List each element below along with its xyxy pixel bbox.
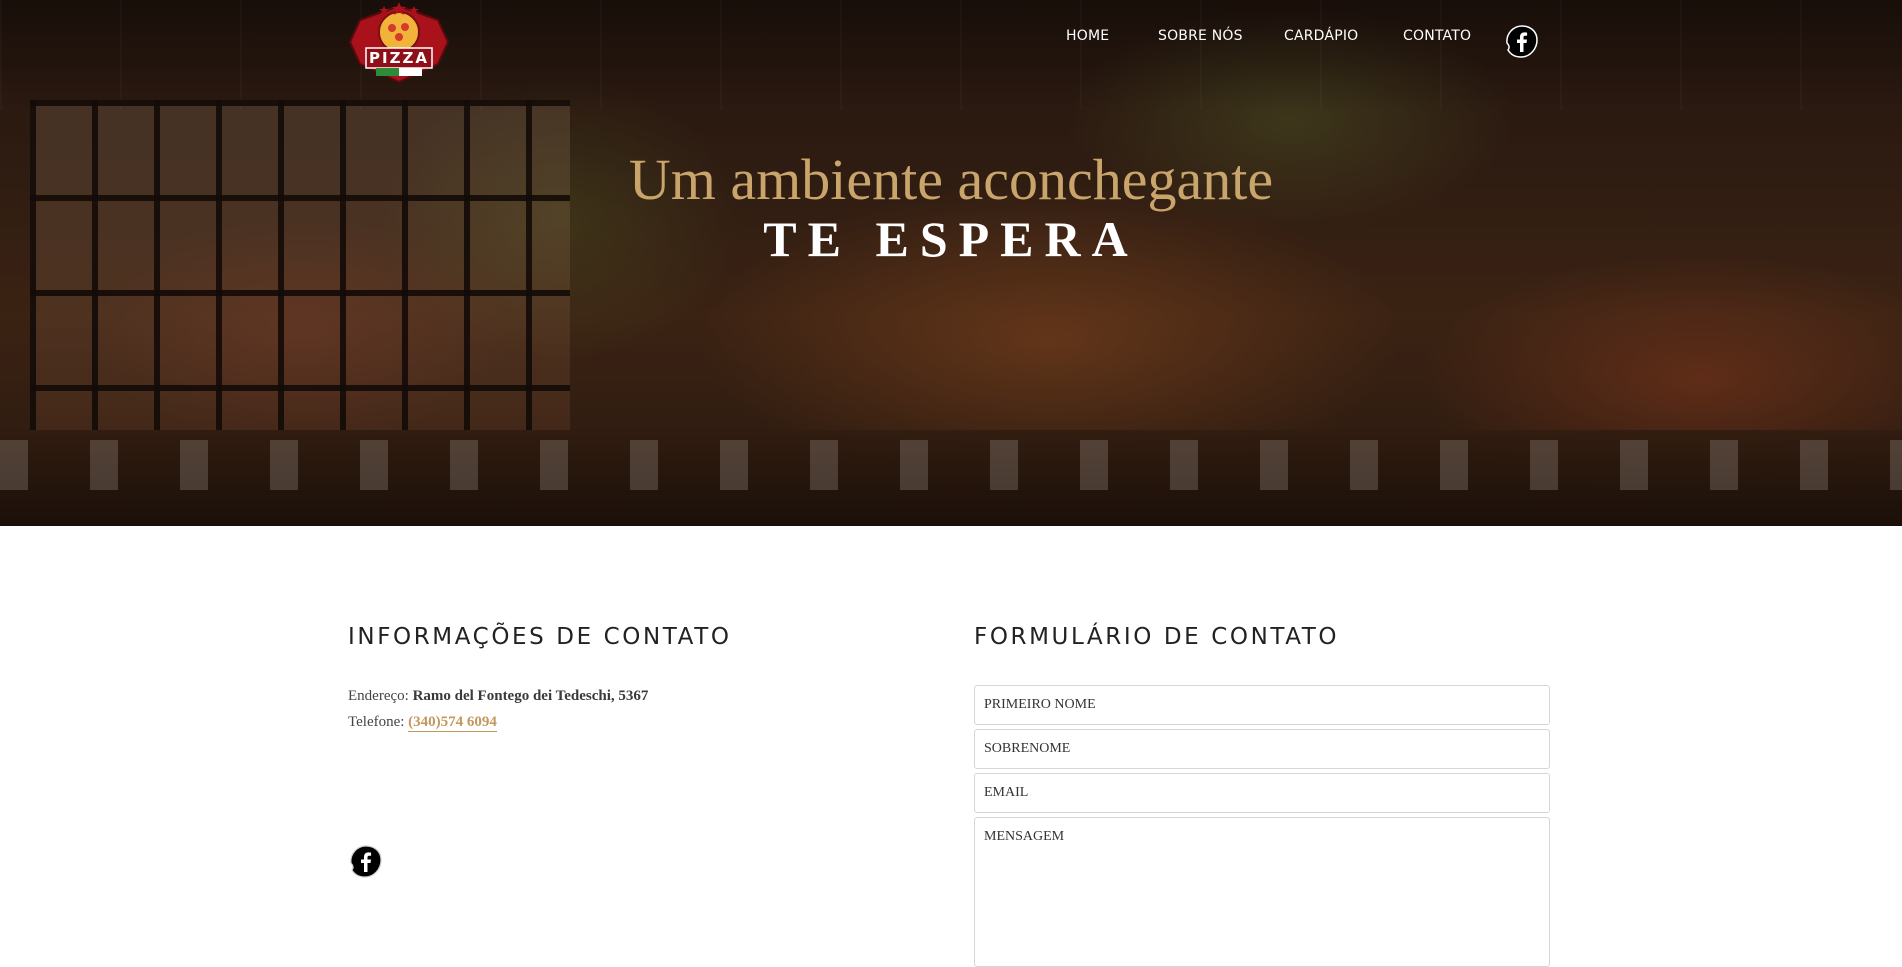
phone-label: Telefone:	[348, 714, 405, 730]
hero-headline: Um ambiente aconchegante	[628, 147, 1274, 212]
contact-form-title: FORMULÁRIO DE CONTATO	[974, 624, 1340, 650]
address-line: Endereço: Ramo del Fontego dei Tedeschi,…	[348, 688, 648, 705]
hero-banner: Um ambiente aconchegante TE ESPERA	[0, 0, 1902, 526]
hero-subheadline: TE ESPERA	[763, 211, 1139, 267]
first-name-input[interactable]	[974, 685, 1550, 725]
facebook-icon[interactable]	[348, 844, 384, 880]
address-value: Ramo del Fontego dei Tedeschi, 5367	[412, 688, 649, 704]
logo-stripe-green	[376, 68, 399, 76]
main-nav: HOME SOBRE NÓS CARDÁPIO CONTATO	[0, 28, 1902, 48]
phone-link[interactable]: (340)574 6094	[408, 714, 497, 732]
contact-info-title: INFORMAÇÕES DE CONTATO	[348, 624, 732, 650]
nav-home[interactable]: HOME	[1066, 28, 1109, 44]
email-input[interactable]	[974, 773, 1550, 813]
message-textarea[interactable]	[974, 817, 1550, 967]
logo-text: PIZZA	[369, 49, 429, 67]
logo-stripe-white	[399, 68, 422, 76]
last-name-input[interactable]	[974, 729, 1550, 769]
nav-contato[interactable]: CONTATO	[1403, 28, 1471, 44]
phone-line: Telefone: (340)574 6094	[348, 714, 497, 732]
address-label: Endereço:	[348, 688, 409, 704]
nav-cardapio[interactable]: CARDÁPIO	[1284, 28, 1358, 44]
facebook-icon[interactable]	[1504, 24, 1540, 60]
nav-sobre-nos[interactable]: SOBRE NÓS	[1158, 28, 1243, 44]
